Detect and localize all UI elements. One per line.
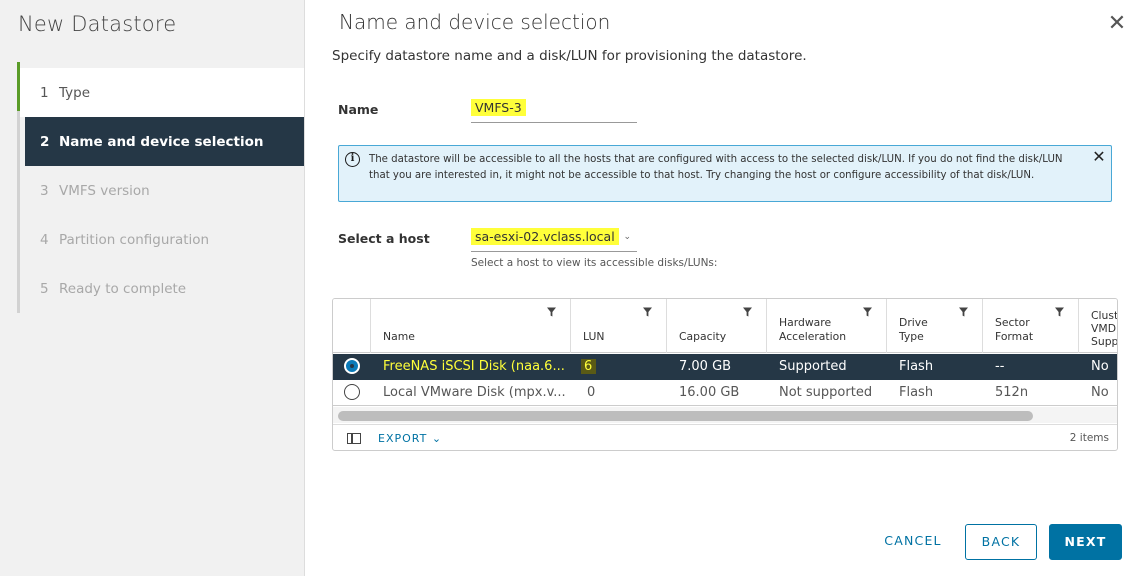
table-row[interactable]: FreeNAS iSCSI Disk (naa.6... 6 7.00 GB S… xyxy=(333,354,1117,380)
column-header-sector-format[interactable]: Sector Format xyxy=(983,299,1079,353)
step-label: Partition configuration xyxy=(59,231,210,248)
cell-cluster-vmdk: No xyxy=(1091,385,1109,400)
close-icon[interactable]: ✕ xyxy=(1107,13,1127,35)
next-button[interactable]: NEXT xyxy=(1049,524,1122,560)
cell-name: Local VMware Disk (mpx.v... xyxy=(383,385,566,400)
column-label: Drive Type xyxy=(899,316,928,344)
cell-drive-type: Flash xyxy=(899,385,934,400)
step-name-and-device-selection[interactable]: 2 Name and device selection xyxy=(25,117,304,166)
column-header-name[interactable]: Name xyxy=(371,299,571,353)
host-label: Select a host xyxy=(338,231,430,246)
step-label: Name and device selection xyxy=(59,133,264,150)
wizard-sidebar: New Datastore 1 Type 2 Name and device s… xyxy=(0,0,305,576)
step-number: 3 xyxy=(40,182,49,199)
column-label-line: Sector xyxy=(995,316,1030,329)
filter-icon[interactable] xyxy=(743,307,752,317)
cell-sector-format: 512n xyxy=(995,385,1029,400)
cell-hardware-acceleration: Not supported xyxy=(779,385,873,400)
host-select-value: sa-esxi-02.vclass.local xyxy=(471,228,619,245)
step-label: Ready to complete xyxy=(59,280,187,297)
column-header-drive-type[interactable]: Drive Type xyxy=(887,299,983,353)
cell-cluster-vmdk: No xyxy=(1091,359,1109,374)
column-header-hardware-acceleration[interactable]: Hardware Acceleration xyxy=(767,299,887,353)
export-button[interactable]: EXPORT ⌄ xyxy=(378,432,442,445)
column-label-line: VMD xyxy=(1091,322,1117,335)
cell-capacity: 16.00 GB xyxy=(679,385,740,400)
device-grid: Name LUN Capacity Hardware Acceleration D… xyxy=(332,298,1118,451)
cell-lun: 6 xyxy=(571,354,667,380)
cell-lun: 0 xyxy=(587,385,596,400)
row-radio[interactable] xyxy=(344,358,360,374)
info-alert: i The datastore will be accessible to al… xyxy=(338,145,1112,202)
column-label-line: Clust xyxy=(1091,309,1118,322)
step-label: VMFS version xyxy=(59,182,150,199)
select-column-header xyxy=(333,299,371,353)
column-label: Sector Format xyxy=(995,316,1033,344)
back-button[interactable]: BACK xyxy=(965,524,1037,560)
close-icon[interactable]: ✕ xyxy=(1091,149,1107,165)
cell-drive-type: Flash xyxy=(899,359,934,374)
export-label: EXPORT xyxy=(378,432,428,445)
column-label: LUN xyxy=(583,330,605,343)
grid-footer: EXPORT ⌄ 2 items xyxy=(333,424,1117,450)
name-label: Name xyxy=(338,102,379,117)
step-type[interactable]: 1 Type xyxy=(20,68,304,117)
step-number: 4 xyxy=(40,231,49,248)
filter-icon[interactable] xyxy=(1055,307,1064,317)
scrollbar-thumb[interactable] xyxy=(338,411,1033,421)
datastore-name-input[interactable]: VMFS-3 xyxy=(471,99,637,123)
items-count: 2 items xyxy=(1069,432,1109,444)
column-label-line: Hardware xyxy=(779,316,832,329)
wizard-steps: 1 Type 2 Name and device selection 3 VMF… xyxy=(17,62,304,313)
chevron-down-icon: ⌄ xyxy=(431,432,443,445)
step-vmfs-version: 3 VMFS version xyxy=(20,166,304,215)
host-select[interactable]: sa-esxi-02.vclass.local ⌄ xyxy=(471,228,637,252)
column-label: Capacity xyxy=(679,330,727,343)
cell-text: FreeNAS iSCSI Disk (naa.6... xyxy=(383,359,565,374)
filter-icon[interactable] xyxy=(643,307,652,317)
column-label: Hardware Acceleration xyxy=(779,316,846,344)
cell-capacity: 7.00 GB xyxy=(679,359,732,374)
row-radio[interactable] xyxy=(344,384,360,400)
name-input-value: VMFS-3 xyxy=(471,99,526,116)
cell-hardware-acceleration: Supported xyxy=(779,359,847,374)
column-label-line: Drive xyxy=(899,316,928,329)
column-header-capacity[interactable]: Capacity xyxy=(667,299,767,353)
cell-text: 6 xyxy=(581,359,597,374)
column-header-lun[interactable]: LUN xyxy=(571,299,667,353)
column-label: Name xyxy=(383,330,415,343)
grid-header: Name LUN Capacity Hardware Acceleration D… xyxy=(333,299,1118,353)
page-subtitle: Specify datastore name and a disk/LUN fo… xyxy=(332,48,807,64)
host-hint: Select a host to view its accessible dis… xyxy=(471,257,718,269)
cancel-button[interactable]: CANCEL xyxy=(877,524,949,560)
filter-icon[interactable] xyxy=(959,307,968,317)
info-alert-text: The datastore will be accessible to all … xyxy=(369,154,1063,181)
column-label-line: Format xyxy=(995,330,1034,343)
column-label-line: Acceleration xyxy=(779,330,847,343)
filter-icon[interactable] xyxy=(547,307,556,317)
step-label: Type xyxy=(59,84,91,101)
column-label: Clust VMD Supp xyxy=(1091,309,1118,348)
step-number: 2 xyxy=(40,133,50,150)
column-header-cluster-vmdk[interactable]: Clust VMD Supp xyxy=(1079,299,1118,353)
filter-icon[interactable] xyxy=(863,307,872,317)
table-row[interactable]: Local VMware Disk (mpx.v... 0 16.00 GB N… xyxy=(333,380,1117,406)
column-toggle-icon[interactable] xyxy=(347,433,361,444)
step-number: 1 xyxy=(40,84,49,101)
step-complete-indicator xyxy=(17,62,20,111)
step-number: 5 xyxy=(40,280,49,297)
page-title: Name and device selection xyxy=(339,10,611,34)
chevron-down-icon: ⌄ xyxy=(623,232,631,242)
cell-sector-format: -- xyxy=(995,359,1005,374)
step-partition-configuration: 4 Partition configuration xyxy=(20,215,304,264)
cell-name: FreeNAS iSCSI Disk (naa.6... xyxy=(371,354,571,380)
column-label-line: Supp xyxy=(1091,335,1118,348)
info-icon: i xyxy=(345,152,360,167)
wizard-main: Name and device selection ✕ Specify data… xyxy=(305,0,1135,576)
wizard-title: New Datastore xyxy=(18,12,177,36)
column-label-line: Type xyxy=(899,330,924,343)
step-ready-to-complete: 5 Ready to complete xyxy=(20,264,304,313)
